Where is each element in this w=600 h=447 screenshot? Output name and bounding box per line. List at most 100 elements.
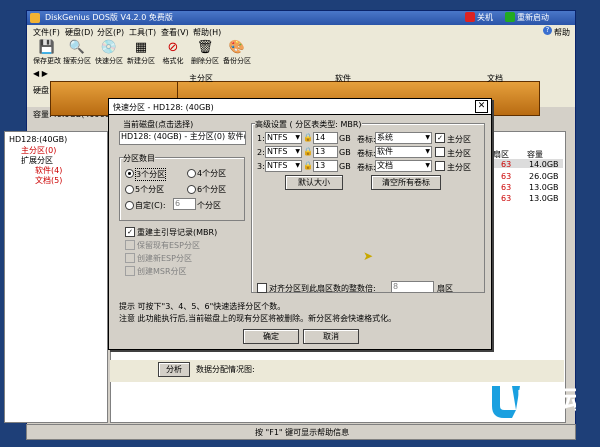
search-partition-button[interactable]: 🔍 搜索分区 [63,39,91,67]
radio-3-partitions[interactable] [125,169,134,178]
partition-2-fs-select[interactable]: NTFS ▼ [265,146,302,158]
table-row[interactable]: 63 [501,172,511,181]
backup-partition-button[interactable]: 🎨 备份分区 [223,39,251,67]
restart-button[interactable]: 重新启动 [517,12,549,23]
partition-1-number: 1: [257,134,265,143]
menu-help[interactable]: 帮助(H) [193,27,221,38]
keep-esp-checkbox[interactable] [125,240,135,250]
help-link[interactable]: 帮助 [554,27,570,38]
partition-2-size-input[interactable]: 13 [313,146,338,158]
keep-esp-label: 保留现有ESP分区 [137,241,200,250]
align-checkbox[interactable] [257,283,267,293]
quick-partition-dialog: 快速分区 - HD128: (40GB) ✕ 当前磁盘(点击选择) HD128:… [108,98,492,350]
partition-1-vol-label: 卷标: [357,135,376,144]
new-partition-icon: ▦ [134,40,148,55]
title-bar: DiskGenius DOS版 V4.2.0 免费版 关机 重新启动 [27,11,575,25]
create-msr-label: 创建MSR分区 [137,267,187,276]
partition-2-number: 2: [257,148,265,157]
current-disk-select[interactable]: HD128: (40GB) - 主分区(0) 软件(4) [119,131,246,145]
default-size-button[interactable]: 默认大小 [285,175,343,190]
menu-disk[interactable]: 硬盘(D) [65,27,93,38]
dialog-title: 快速分区 - HD128: (40GB) [113,103,214,112]
partition-3-number: 3: [257,162,265,171]
clear-labels-button[interactable]: 清空所有卷标 [371,175,441,190]
backup-icon: 🎨 [228,40,246,55]
radio-6-label: 6个分区 [197,185,227,194]
dialog-title-bar: 快速分区 - HD128: (40GB) ✕ [109,99,491,115]
radio-4-partitions[interactable] [187,169,196,178]
partition-3-unit: GB [339,162,351,171]
partition-1-primary-checkbox[interactable]: ✓ [435,133,445,143]
table-row[interactable]: 26.0GB [529,172,559,181]
create-esp-checkbox[interactable] [125,253,135,263]
ok-button[interactable]: 确定 [243,329,299,344]
tree-disk[interactable]: HD128:(40GB) [9,135,67,144]
delete-partition-button[interactable]: 🗑 删除分区 [191,39,219,67]
format-button[interactable]: ⊘ 格式化 [159,39,187,67]
create-msr-checkbox[interactable] [125,266,135,276]
toolbar: 💾 保存更改 🔍 搜索分区 💿 快速分区 ▦ 新建分区 ⊘ 格式化 🗑 删除分区 🎨 备份分区 [27,39,575,68]
cancel-button[interactable]: 取消 [303,329,359,344]
partition-2-vol-label: 卷标: [357,149,376,158]
advanced-label: 高级设置 ( 分区表类型: MBR) [255,119,362,130]
menu-partition[interactable]: 分区(P) [97,27,124,38]
table-row[interactable]: 63 [501,194,511,203]
new-partition-button[interactable]: ▦ 新建分区 [127,39,155,67]
data-map-label: 数据分配情况图: [196,365,255,374]
table-row[interactable]: 13.0GB [529,183,559,192]
partition-3-size-input[interactable]: 13 [313,160,338,172]
quick-partition-button[interactable]: 💿 快速分区 [95,39,123,67]
mouse-cursor-icon: ➤ [363,249,374,263]
table-row[interactable]: 14.0GB [529,160,559,169]
help-icon[interactable]: ? [543,26,552,35]
menu-file[interactable]: 文件(F) [33,27,60,38]
radio-custom[interactable] [125,201,134,210]
brand-name: U启动 [516,386,576,416]
save-changes-button[interactable]: 💾 保存更改 [33,39,61,67]
partition-3-fs-select[interactable]: NTFS ▼ [265,160,302,172]
custom-count-select[interactable]: 6 [173,198,196,210]
restart-icon[interactable] [505,12,515,22]
radio-3-label: 3个分区 [135,168,167,181]
nav-arrows[interactable]: ◀ ▶ [33,69,48,78]
align-label: 对齐分区到此扇区数的整数倍: [269,284,376,293]
partition-count-label: 分区数目 [123,153,155,164]
table-row[interactable]: 13.0GB [529,194,559,203]
analyze-button[interactable]: 分析 [158,362,190,377]
partition-1-size-input[interactable]: 14 [313,132,338,144]
warning-text: 注意 此功能执行后,当前磁盘上的现有分区将被删除。新分区将会快速格式化。 [119,314,397,323]
lock-icon: 🔒 [303,147,313,156]
radio-6-partitions[interactable] [187,185,196,194]
trash-icon: 🗑 [196,40,214,55]
analysis-bar: 分析 数据分配情况图: [110,360,564,382]
menu-tools[interactable]: 工具(T) [129,27,156,38]
menu-view[interactable]: 查看(V) [161,27,189,38]
status-bar: 按 "F1" 键可显示帮助信息 [26,424,576,440]
status-text: 按 "F1" 键可显示帮助信息 [255,428,350,437]
partition-3-primary-checkbox[interactable] [435,161,445,171]
window-title: DiskGenius DOS版 V4.2.0 免费版 [45,13,173,22]
rebuild-mbr-checkbox[interactable]: ✓ [125,227,135,237]
partition-1-primary-label: 主分区 [447,135,471,144]
table-row[interactable]: 63 [501,183,511,192]
partition-1-fs-select[interactable]: NTFS ▼ [265,132,302,144]
power-icon[interactable] [465,12,475,22]
partition-3-vol-label: 卷标: [357,163,376,172]
poweroff-button[interactable]: 关机 [477,12,493,23]
close-icon[interactable]: ✕ [475,100,488,113]
partition-1-vol-select[interactable]: 系统 ▼ [375,132,432,144]
partition-2-vol-select[interactable]: 软件 ▼ [375,146,432,158]
table-row[interactable]: 63 [501,160,511,169]
align-select[interactable]: 8 [391,281,434,293]
rebuild-mbr-label: 重建主引导记录(MBR) [137,228,218,237]
disk-tree-panel: HD128:(40GB) 主分区(0) 扩展分区 软件(4) 文档(5) [4,131,108,423]
partition-3-vol-select[interactable]: 文档 ▼ [375,160,432,172]
tree-docs[interactable]: 文档(5) [35,175,62,186]
segment-primary-label: 主分区 [189,74,213,83]
magnifier-icon: 🔍 [68,40,86,55]
lock-icon: 🔒 [303,133,313,142]
radio-5-partitions[interactable] [125,185,134,194]
partition-2-primary-checkbox[interactable] [435,147,445,157]
menu-bar: 文件(F) 硬盘(D) 分区(P) 工具(T) 查看(V) 帮助(H) ? 帮助 [27,25,575,39]
align-unit: 扇区 [437,284,453,293]
